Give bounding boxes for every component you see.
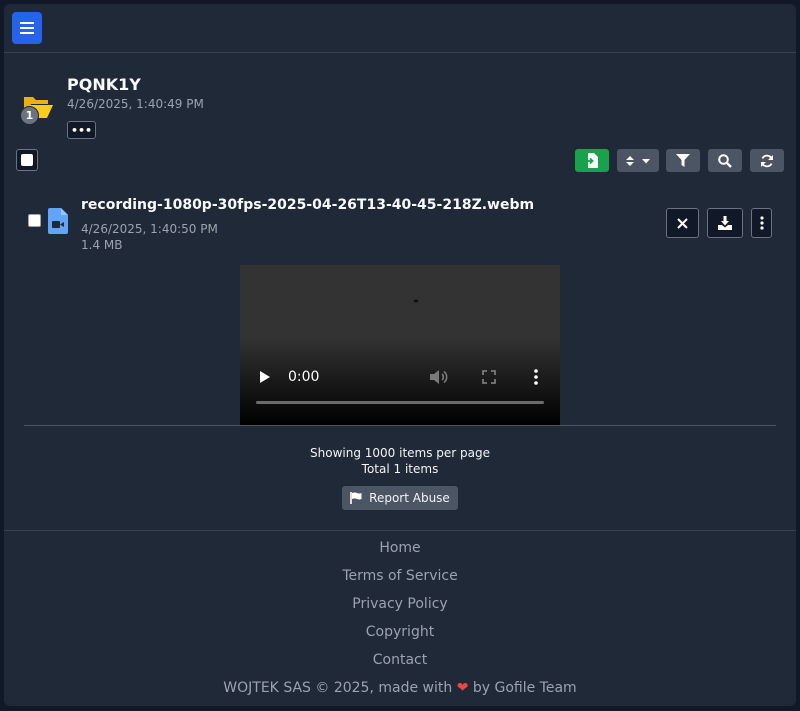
file-more-button[interactable] (751, 208, 772, 238)
sort-icon (626, 155, 650, 166)
footer-link-contact[interactable]: Contact (4, 652, 796, 668)
footer-link-copyright[interactable]: Copyright (4, 624, 796, 640)
volume-icon[interactable] (430, 369, 448, 385)
import-icon (586, 153, 598, 168)
search-icon (718, 153, 732, 168)
video-file-icon (48, 208, 68, 234)
import-button[interactable] (575, 149, 609, 172)
items-per-page-text: Showing 1000 items per page (310, 446, 490, 460)
copyright-prefix: WOJTEK SAS © 2025, made with (223, 680, 453, 696)
download-icon (718, 216, 732, 230)
folder-header: 1 PQNK1Y 4/26/2025, 1:40:49 PM ••• (4, 53, 796, 148)
video-player[interactable]: 0:00 (240, 265, 560, 425)
folder-date: 4/26/2025, 1:40:49 PM (67, 97, 204, 111)
refresh-button[interactable] (750, 149, 784, 172)
menu-button[interactable] (12, 12, 42, 44)
video-time: 0:00 (288, 369, 320, 385)
divider (24, 425, 776, 426)
hamburger-icon (20, 22, 34, 34)
flag-icon (350, 492, 362, 504)
close-icon (677, 217, 688, 229)
video-options-icon[interactable] (534, 369, 538, 385)
file-name[interactable]: recording-1080p-30fps-2025-04-26T13-40-4… (81, 197, 534, 213)
copyright-suffix: by Gofile Team (472, 680, 577, 696)
folder-more-button[interactable]: ••• (67, 121, 96, 139)
search-button[interactable] (708, 149, 742, 172)
top-bar (4, 4, 796, 53)
filter-button[interactable] (666, 149, 700, 172)
report-abuse-button[interactable]: Report Abuse (342, 486, 458, 510)
sort-button[interactable] (617, 149, 659, 172)
play-icon[interactable] (260, 371, 270, 383)
mouse-cursor-icon (413, 299, 419, 303)
file-select-checkbox[interactable] (28, 214, 41, 227)
fullscreen-icon[interactable] (482, 370, 496, 384)
download-file-button[interactable] (707, 208, 743, 238)
total-items-text: Total 1 items (361, 462, 439, 476)
folder-title: PQNK1Y (67, 75, 141, 94)
select-all-checkbox[interactable] (16, 149, 38, 171)
filter-icon (676, 154, 690, 167)
folder-item-count-badge: 1 (20, 106, 39, 125)
footer-divider (4, 530, 796, 531)
file-size: 1.4 MB (81, 238, 123, 252)
video-progress-track[interactable] (256, 401, 544, 404)
page-frame: 1 PQNK1Y 4/26/2025, 1:40:49 PM ••• recor… (4, 4, 796, 706)
file-date: 4/26/2025, 1:40:50 PM (81, 222, 218, 236)
heart-icon: ❤ (456, 680, 469, 696)
footer-link-privacy[interactable]: Privacy Policy (4, 596, 796, 612)
footer-link-terms[interactable]: Terms of Service (4, 568, 796, 584)
more-vertical-icon (759, 216, 764, 230)
report-abuse-label: Report Abuse (369, 491, 450, 505)
footer-copyright: WOJTEK SAS © 2025, made with ❤ by Gofile… (4, 680, 796, 696)
delete-file-button[interactable] (666, 208, 699, 238)
footer-link-home[interactable]: Home (4, 540, 796, 556)
refresh-icon (761, 154, 773, 167)
